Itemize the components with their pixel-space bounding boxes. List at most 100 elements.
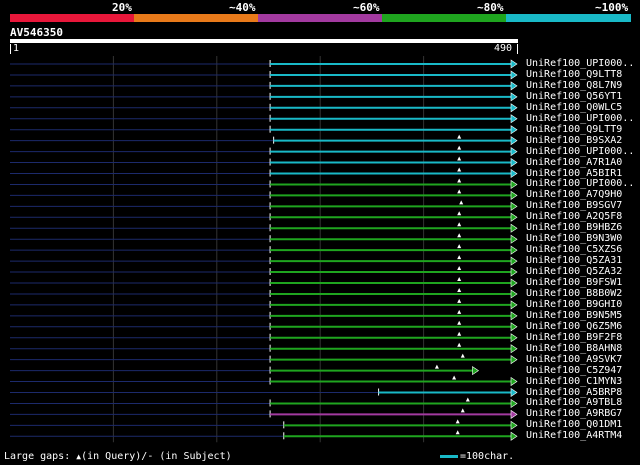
hit-arrow [510,125,518,135]
gap-marker [457,309,462,314]
hit-arrow [510,103,518,113]
hit-label[interactable]: UniRef100_B9HBZ6 [526,222,622,233]
footer-scale: =100char. [440,451,514,462]
gaps-subject: - (in Subject) [147,451,232,462]
gap-marker [457,145,462,150]
hit-label[interactable]: UniRef100_Q5ZA32 [526,266,622,277]
hit-arrow [510,147,518,157]
gap-marker [457,156,462,161]
hit-label[interactable]: UniRef100_Q01DM1 [526,419,622,430]
hit-arrow [510,256,518,266]
legend-label: ~60% [353,1,380,14]
hit-label[interactable]: UniRef100_Q8L7N9 [526,80,622,91]
hit-label[interactable]: UniRef100_Q5ZA31 [526,255,622,266]
hit-label[interactable]: UniRef100_B8B0W2 [526,288,622,299]
scale-bar [440,454,458,458]
hit-arrow [510,136,518,146]
hit-arrow [510,344,518,354]
hit-arrow [510,234,518,244]
hit-label[interactable]: UniRef100_A7R1A0 [526,157,622,168]
gap-marker [460,408,465,413]
hit-arrow [510,190,518,200]
gap-marker [457,331,462,336]
gap-marker [457,255,462,260]
hit-arrow [510,420,518,430]
gap-marker [457,222,462,227]
hit-label[interactable]: UniRef100_A9SVK7 [526,354,622,365]
hit-label[interactable]: UniRef100_Q9LTT8 [526,69,622,80]
hit-label[interactable]: UniRef100_UPI000.. [526,113,634,124]
legend-label: ~40% [229,1,256,14]
hit-label[interactable]: UniRef100_A7Q9H0 [526,189,622,200]
hit-label[interactable]: UniRef100_B9F2F8 [526,332,622,343]
gaps-label: Large gaps: [4,451,71,462]
hit-arrow [510,409,518,419]
gap-marker [457,211,462,216]
hit-label[interactable]: UniRef100_A4RTM4 [526,430,622,441]
hit-arrow [510,245,518,255]
gap-marker [455,419,460,424]
gap-marker [457,189,462,194]
gap-marker [452,375,457,380]
hit-arrow [510,278,518,288]
hit-label[interactable]: UniRef100_UPI000.. [526,178,634,189]
hit-label[interactable]: UniRef100_C1MYN3 [526,376,622,387]
hit-label[interactable]: UniRef100_UPI000.. [526,58,634,69]
hit-label[interactable]: UniRef100_Q6Z5M6 [526,321,622,332]
legend-label: 20% [112,1,132,14]
hit-label[interactable]: UniRef100_C5XZS6 [526,244,622,255]
hit-label[interactable]: UniRef100_B9FSW1 [526,277,622,288]
gap-marker [460,353,465,358]
hit-arrow [510,431,518,441]
hit-label[interactable]: UniRef100_B9SGV7 [526,200,622,211]
hit-label[interactable]: UniRef100_A2Q5F8 [526,211,622,222]
legend-label: ~80% [477,1,504,14]
hit-arrow [510,322,518,332]
footer-gap-legend: Large gaps: ▲(in Query)/- (in Subject) [4,451,232,462]
gap-marker [457,277,462,281]
hit-arrow [510,201,518,211]
gap-marker [457,287,462,292]
hit-label[interactable]: UniRef100_A5BIR1 [526,168,622,179]
gap-marker [457,178,462,183]
hit-arrow [510,333,518,343]
hit-arrow [510,311,518,321]
hit-arrow [510,212,518,222]
hit-arrow [510,300,518,310]
hit-label[interactable]: UniRef100_Q56YT1 [526,91,622,102]
hit-label[interactable]: UniRef100_A5BRP8 [526,387,622,398]
hit-label[interactable]: UniRef100_UPI000.. [526,146,634,157]
hit-arrow [510,387,518,398]
gap-marker [457,298,462,303]
hit-label[interactable]: UniRef100_B9N3W0 [526,233,622,244]
gap-marker [457,342,462,347]
hit-arrow [472,366,480,376]
hit-label[interactable]: UniRef100_Q9LTT9 [526,124,622,135]
gap-marker [457,233,462,238]
hit-arrow [510,289,518,299]
gap-marker [457,244,462,249]
hit-label[interactable]: UniRef100_B9SXA2 [526,135,622,146]
gap-marker [457,320,462,325]
hit-arrow [510,59,518,69]
hit-arrow [510,114,518,124]
hit-label[interactable]: UniRef100_B8AHN8 [526,343,622,354]
gap-marker [434,364,439,369]
gap-marker [457,167,462,172]
hit-arrow [510,267,518,277]
gap-marker [457,134,462,139]
legend-label: ~100% [595,1,629,14]
hit-arrow [510,92,518,102]
hit-label[interactable]: UniRef100_B9N5M5 [526,310,622,321]
hit-arrow [510,81,518,91]
hit-label[interactable]: UniRef100_A9RBG7 [526,408,622,419]
hit-arrow [510,179,518,190]
gap-marker [465,397,470,402]
hit-label[interactable]: UniRef100_B9GHI0 [526,299,622,310]
hit-arrow [510,376,518,387]
hit-label[interactable]: UniRef100_C5Z947 [526,365,622,376]
gaps-query: (in Query)/ [81,451,148,462]
hit-label[interactable]: UniRef100_Q0WLC5 [526,102,622,113]
hit-label[interactable]: UniRef100_A9TBL8 [526,397,622,408]
hit-arrow [510,355,518,365]
